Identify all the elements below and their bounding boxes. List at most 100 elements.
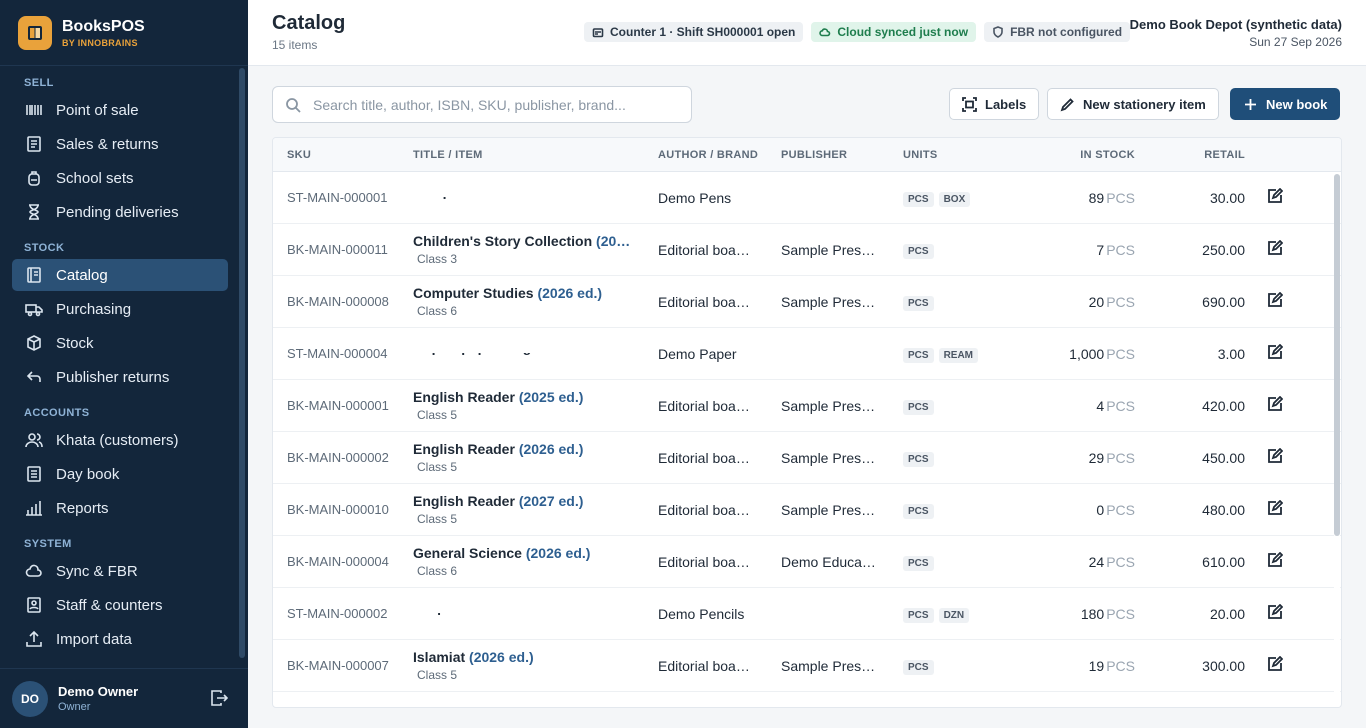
- sidebar-scrollbar[interactable]: [239, 68, 245, 658]
- barcode-icon: [24, 100, 44, 120]
- sidebar-item-stock[interactable]: Stock: [12, 327, 228, 359]
- col-retail[interactable]: RETAIL: [1135, 149, 1245, 161]
- stock-cell: 180 PCS: [1013, 606, 1135, 622]
- sidebar-item-day-book[interactable]: Day book: [12, 458, 228, 490]
- edit-icon[interactable]: [1267, 500, 1284, 519]
- stock-cell: 0 PCS: [1013, 502, 1135, 518]
- sidebar-item-import-data[interactable]: Import data: [12, 623, 228, 655]
- sidebar-item-point-of-sale[interactable]: Point of sale: [12, 94, 228, 126]
- sidebar-item-pending-deliveries[interactable]: Pending deliveries: [12, 196, 228, 228]
- unit-badge: PCS: [903, 659, 934, 675]
- sidebar-item-school-sets[interactable]: School sets: [12, 162, 228, 194]
- title-cell[interactable]: Ball pen blue: [413, 197, 658, 199]
- table-row[interactable]: BK-MAIN-000011 Children's Story Collectio…: [273, 224, 1341, 276]
- table-row[interactable]: ST-MAIN-000001 Ball pen blue Demo Pens PCS…: [273, 172, 1341, 224]
- edit-icon[interactable]: [1267, 656, 1284, 675]
- status-chips: Counter 1 · Shift SH000001 open Cloud sy…: [584, 22, 1131, 42]
- title-cell[interactable]: English Reader (2025 ed.) Class 5: [413, 389, 658, 422]
- user-role: Owner: [58, 701, 91, 713]
- plus-icon: [1245, 98, 1256, 110]
- title-cell[interactable]: Islamiat (2026 ed.) Class 5: [413, 649, 658, 682]
- table-row[interactable]: BK-MAIN-000004 General Science (2026 ed.)…: [273, 536, 1341, 588]
- sidebar-item-sync-fbr[interactable]: Sync & FBR: [12, 555, 228, 587]
- edit-cell: [1245, 604, 1305, 623]
- table-row[interactable]: ST-MAIN-000002HB pencil Demo PencilsPCSD…: [273, 588, 1341, 640]
- title-cell[interactable]: General Science (2026 ed.) Class 6: [413, 545, 658, 578]
- title-cell[interactable]: English Reader (2027 ed.) Class 5: [413, 493, 658, 526]
- item-title: Computer Studies (2026 ed.): [413, 285, 650, 301]
- sidebar-item-khata[interactable]: Khata (customers): [12, 424, 228, 456]
- new-stationery-button[interactable]: New stationery item: [1047, 88, 1219, 120]
- sidebar-item-staff-counters[interactable]: Staff & counters: [12, 589, 228, 621]
- avatar[interactable]: DO: [12, 680, 48, 717]
- item-class: Class 6: [417, 564, 458, 578]
- search-input[interactable]: [313, 96, 683, 113]
- new-book-button[interactable]: New book: [1230, 88, 1341, 120]
- fbr-status-badge[interactable]: FBR not configured: [984, 22, 1131, 42]
- edit-icon[interactable]: [1267, 396, 1284, 415]
- stock-qty: 0: [1096, 501, 1105, 518]
- edit-cell: [1245, 500, 1305, 519]
- item-edition: (2027 ed.): [518, 493, 584, 509]
- stock-cell: 1,000 PCS: [1013, 346, 1135, 362]
- return-arrow-icon: [24, 367, 44, 387]
- sidebar-item-label: School sets: [56, 169, 134, 187]
- sidebar-nav: SELL Point of sale Sales & returns Schoo…: [0, 66, 248, 668]
- labels-button[interactable]: Labels: [949, 88, 1040, 120]
- edit-icon[interactable]: [1267, 604, 1284, 623]
- table-scroll-thumb[interactable]: [1334, 174, 1340, 536]
- counter-status-badge[interactable]: Counter 1 · Shift SH000001 open: [584, 22, 804, 42]
- edit-icon[interactable]: [1267, 552, 1284, 571]
- item-class: Class 5: [417, 408, 458, 422]
- table-row[interactable]: BK-MAIN-000010 English Reader (2027 ed.) C…: [273, 484, 1341, 536]
- author-cell: Editorial boa…: [658, 449, 750, 466]
- col-units[interactable]: UNITS: [903, 149, 1013, 161]
- col-publisher[interactable]: PUBLISHER: [781, 149, 903, 161]
- table-row[interactable]: BK-MAIN-000007 Islamiat (2026 ed.) Class 5…: [273, 640, 1341, 692]
- item-edition: (20…: [596, 233, 631, 249]
- sidebar-item-label: Staff & counters: [56, 596, 163, 614]
- table-row[interactable]: BK-MAIN-000001 English Reader (2025 ed.) C…: [273, 380, 1341, 432]
- retail-cell: 480.00: [1202, 501, 1245, 518]
- logout-icon[interactable]: [210, 689, 230, 709]
- item-class: Class 3: [417, 252, 458, 266]
- item-edition: (2026 ed.): [518, 441, 584, 457]
- nav-section-system: SYSTEM: [24, 538, 72, 550]
- sidebar-item-reports[interactable]: Reports: [12, 492, 228, 524]
- col-title[interactable]: TITLE / ITEM: [413, 149, 658, 161]
- sku-cell: ST-MAIN-000001: [287, 190, 388, 205]
- sku-cell: BK-MAIN-000010: [287, 502, 389, 517]
- sidebar-item-sales-returns[interactable]: Sales & returns: [12, 128, 228, 160]
- col-author[interactable]: AUTHOR / BRAND: [658, 149, 781, 161]
- units-cell: PCS: [903, 449, 1013, 467]
- table-row[interactable]: BK-MAIN-000008 Computer Studies (2026 ed.…: [273, 276, 1341, 328]
- edit-icon[interactable]: [1267, 188, 1284, 207]
- sidebar-item-purchasing[interactable]: Purchasing: [12, 293, 228, 325]
- edit-icon[interactable]: [1267, 448, 1284, 467]
- brand[interactable]: BooksPOS BY INNOBRAINS: [0, 0, 248, 66]
- truck-icon: [24, 299, 44, 319]
- col-stock[interactable]: IN STOCK: [1013, 149, 1135, 161]
- edit-icon[interactable]: [1267, 292, 1284, 311]
- table-row[interactable]: Mathematics Practice Book (20…: [273, 692, 1341, 707]
- title-cell[interactable]: Copier paper 80 gsm: [413, 353, 658, 355]
- book-icon: [24, 265, 44, 285]
- sidebar-item-publisher-returns[interactable]: Publisher returns: [12, 361, 228, 393]
- stock-unit: PCS: [1106, 189, 1135, 206]
- publisher-cell: Sample Pres…: [781, 501, 876, 518]
- title-cell[interactable]: Children's Story Collection (20… Class 3: [413, 233, 658, 266]
- sidebar-item-label: Import data: [56, 630, 132, 648]
- cloud-sync-badge[interactable]: Cloud synced just now: [811, 22, 977, 42]
- unit-badge: PCS: [903, 243, 934, 259]
- table-scrollbar[interactable]: [1334, 172, 1340, 707]
- edit-icon[interactable]: [1267, 240, 1284, 259]
- table-row[interactable]: ST-MAIN-000004 Copier paper 80 gsm Demo P…: [273, 328, 1341, 380]
- table-row[interactable]: BK-MAIN-000002 English Reader (2026 ed.) C…: [273, 432, 1341, 484]
- edit-icon[interactable]: [1267, 344, 1284, 363]
- item-edition: (2026 ed.): [537, 285, 603, 301]
- sidebar-item-catalog[interactable]: Catalog: [12, 259, 228, 291]
- title-cell[interactable]: HB pencil: [413, 613, 658, 615]
- col-sku[interactable]: SKU: [273, 149, 413, 161]
- title-cell[interactable]: Computer Studies (2026 ed.) Class 6: [413, 285, 658, 318]
- title-cell[interactable]: English Reader (2026 ed.) Class 5: [413, 441, 658, 474]
